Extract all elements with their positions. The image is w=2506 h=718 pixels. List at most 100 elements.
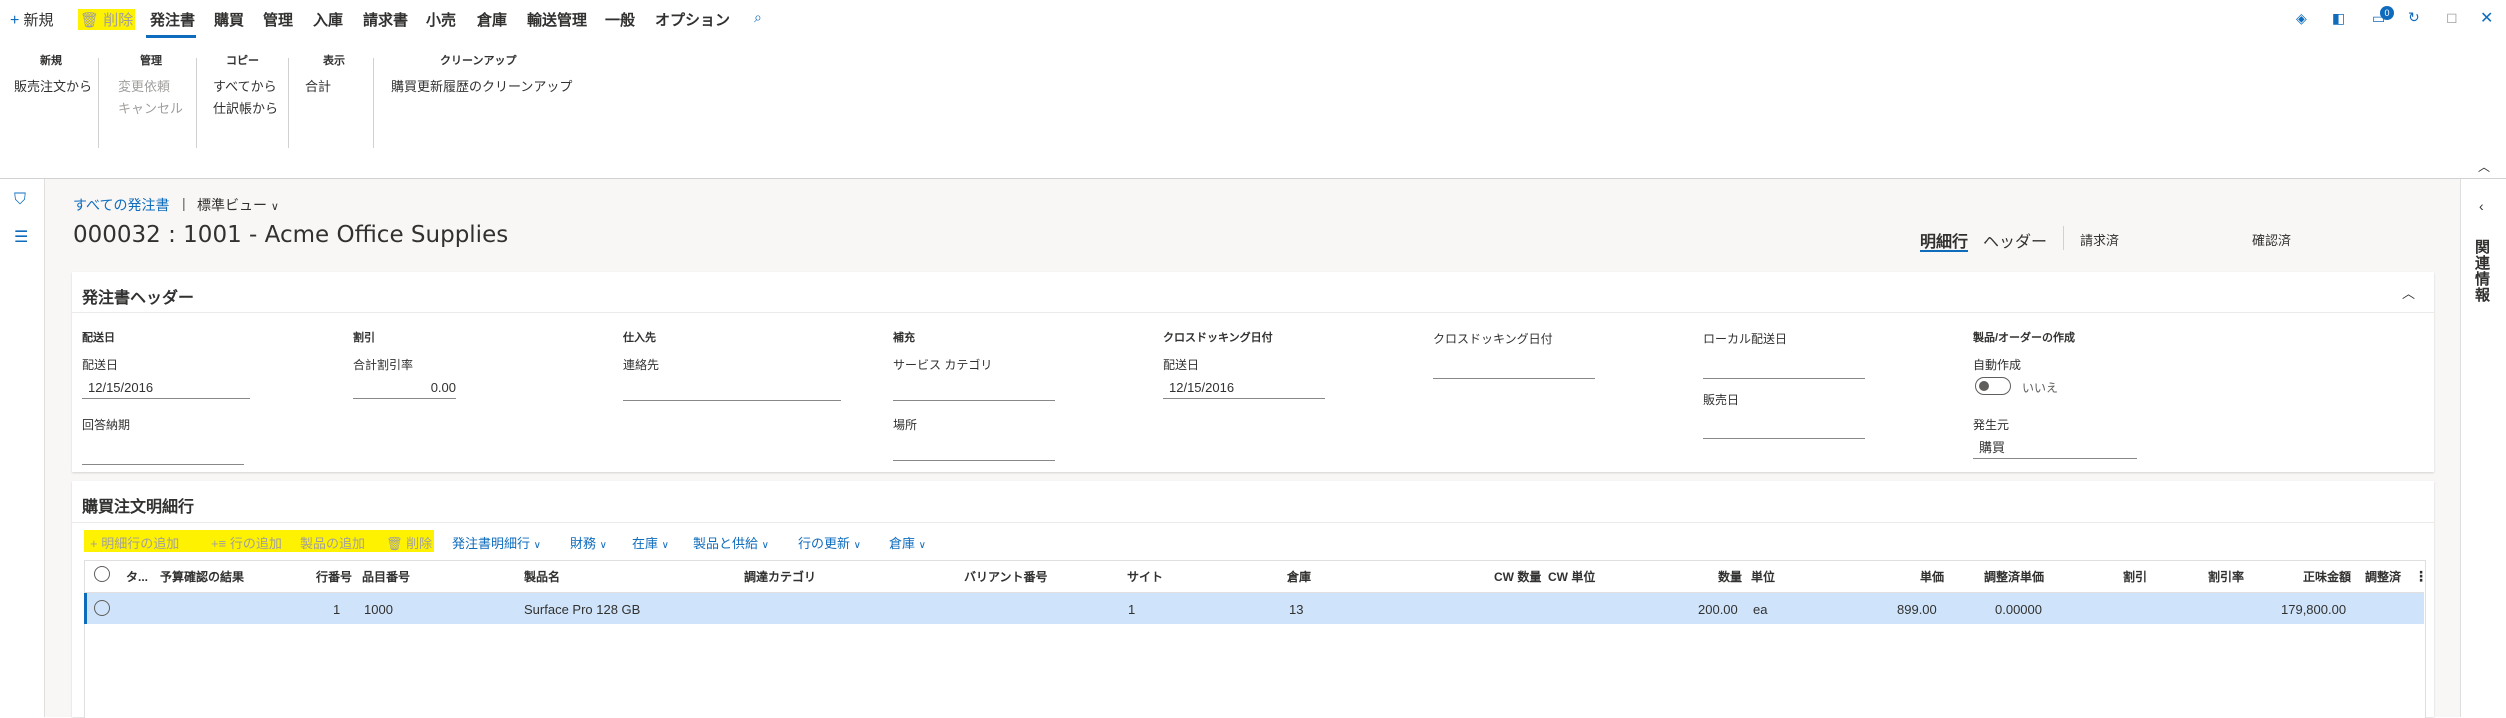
row-checkbox[interactable] — [94, 600, 110, 616]
menu-inventory[interactable]: 在庫 ∨ — [632, 533, 669, 552]
menu-po-lines[interactable]: 発注書明細行 ∨ — [452, 533, 541, 552]
col-cw-quantity[interactable]: CW 数量 — [1494, 568, 1541, 585]
table-row[interactable] — [84, 593, 2424, 624]
vendor-section-label: 仕入先 — [623, 332, 656, 344]
col-adjusted[interactable]: 調整済 — [2365, 568, 2401, 585]
totals-button[interactable]: 合計 — [305, 76, 331, 95]
crossdock-delivery-field[interactable]: 12/15/2016 — [1163, 378, 1325, 399]
col-unit[interactable]: 単位 — [1751, 568, 1775, 585]
col-adjusted-price[interactable]: 調整済単価 — [1984, 568, 2044, 585]
tab-warehouse[interactable]: 倉庫 — [477, 9, 507, 30]
col-variant-number[interactable]: バリアント番号 — [964, 568, 1048, 585]
refresh-icon[interactable]: ↻ — [2408, 9, 2420, 26]
group-manage-title: 管理 — [140, 55, 162, 67]
cell-site[interactable]: 1 — [1128, 602, 1135, 617]
col-net-amount[interactable]: 正味金額 — [2303, 568, 2351, 585]
col-discount[interactable]: 割引 — [2123, 568, 2147, 585]
cell-warehouse[interactable]: 13 — [1289, 602, 1303, 617]
cell-net-amount[interactable]: 179,800.00 — [2281, 602, 2346, 617]
related-info-label: 関連情報 — [2475, 239, 2491, 304]
col-cw-unit[interactable]: CW 単位 — [1548, 568, 1595, 585]
delete-line-button[interactable]: 🗑 削除 — [386, 533, 432, 552]
col-unit-price[interactable]: 単価 — [1920, 568, 1944, 585]
cell-unit-price[interactable]: 899.00 — [1897, 602, 1937, 617]
purchase-history-cleanup-button[interactable]: 購買更新履歴のクリーンアップ — [391, 76, 572, 95]
col-site[interactable]: サイト — [1127, 568, 1163, 585]
cell-line-number: 1 — [333, 602, 341, 617]
add-line-button[interactable]: + 明細行の追加 — [90, 533, 179, 552]
total-discount-label: 合計割引率 — [353, 358, 414, 372]
col-line-number[interactable]: 行番号 — [316, 568, 352, 585]
crossdock-section-label: クロスドッキング日付 — [1163, 332, 1273, 344]
cell-unit[interactable]: ea — [1753, 602, 1767, 617]
menu-finance-label: 財務 — [570, 536, 597, 551]
collapse-header-icon[interactable]: ︿ — [2402, 283, 2415, 302]
filter-icon[interactable]: ⛉ — [14, 191, 26, 209]
contact-field[interactable] — [623, 380, 841, 401]
office-icon[interactable]: ◧ — [2332, 10, 2345, 27]
menu-update-line[interactable]: 行の更新 ∨ — [798, 533, 861, 552]
add-lines-icon: +≡ — [211, 536, 227, 551]
copy-from-journal-button[interactable]: 仕訳帳から — [213, 98, 278, 117]
list-icon[interactable]: ☰ — [14, 227, 28, 247]
diamond-icon[interactable]: ◈ — [2296, 10, 2307, 27]
cell-product-name[interactable]: Surface Pro 128 GB — [524, 602, 640, 617]
crossdock-date-field[interactable] — [1433, 358, 1595, 379]
popout-icon[interactable]: ◻ — [2446, 9, 2458, 26]
copy-from-all-button[interactable]: すべてから — [213, 76, 277, 95]
delivery-date-field[interactable]: 12/15/2016 — [82, 378, 250, 399]
new-button[interactable]: + 新規 — [10, 9, 54, 30]
tab-options[interactable]: オプション — [655, 9, 730, 30]
change-request-button[interactable]: 変更依頼 — [118, 76, 170, 95]
origin-field[interactable]: 購買 — [1973, 438, 2137, 459]
col-procurement-category[interactable]: 調達カテゴリ — [744, 568, 816, 585]
tab-header[interactable]: ヘッダー — [1983, 228, 2047, 252]
breadcrumb-all-po-link[interactable]: すべての発注書 — [73, 195, 169, 215]
col-type[interactable]: タ... — [126, 568, 148, 585]
tab-lines[interactable]: 明細行 — [1920, 228, 1968, 252]
chevron-left-icon[interactable]: ‹ — [2479, 198, 2484, 214]
tab-transport[interactable]: 輸送管理 — [527, 9, 587, 30]
menu-warehouse[interactable]: 倉庫 ∨ — [889, 533, 926, 552]
local-delivery-field[interactable] — [1703, 358, 1865, 379]
col-product-name[interactable]: 製品名 — [524, 568, 560, 585]
lines-tab-underline — [1920, 250, 1968, 252]
delete-button[interactable]: 🗑 削除 — [78, 9, 136, 30]
delete-label: 削除 — [103, 12, 134, 29]
tab-receive[interactable]: 入庫 — [313, 9, 343, 30]
collapse-ribbon-icon[interactable]: ︿ — [2478, 158, 2490, 175]
add-lines-button[interactable]: +≡ 行の追加 — [211, 533, 282, 552]
po-header-title: 発注書ヘッダー — [82, 290, 195, 307]
col-budget-check[interactable]: 予算確認の結果 — [160, 568, 244, 585]
total-discount-field[interactable]: 0.00 — [353, 378, 456, 399]
auto-create-toggle[interactable] — [1975, 377, 2011, 395]
menu-product-supply[interactable]: 製品と供給 ∨ — [693, 533, 769, 552]
tab-manage[interactable]: 管理 — [263, 9, 293, 30]
discount-section-label: 割引 — [353, 332, 375, 344]
add-products-button[interactable]: 製品の追加 — [300, 533, 365, 552]
select-all-checkbox[interactable] — [94, 566, 110, 582]
col-item-number[interactable]: 品目番号 — [362, 568, 410, 585]
tab-general[interactable]: 一般 — [605, 9, 635, 30]
col-warehouse[interactable]: 倉庫 — [1287, 568, 1311, 585]
col-discount-rate[interactable]: 割引率 — [2208, 568, 2244, 585]
close-icon[interactable]: ✕ — [2480, 8, 2493, 28]
cell-quantity[interactable]: 200.00 — [1698, 602, 1738, 617]
menu-finance[interactable]: 財務 ∨ — [570, 533, 607, 552]
sales-date-field[interactable] — [1703, 418, 1865, 439]
cancel-button[interactable]: キャンセル — [118, 98, 183, 117]
location-field[interactable] — [893, 440, 1055, 461]
service-category-field[interactable] — [893, 380, 1055, 401]
tab-retail[interactable]: 小売 — [426, 9, 456, 30]
tab-purchase-order[interactable]: 発注書 — [150, 9, 195, 30]
more-columns-icon[interactable]: ⋮ — [2414, 568, 2428, 585]
search-icon[interactable]: ⌕ — [754, 9, 762, 26]
view-selector[interactable]: 標準ビュー ∨ — [197, 195, 279, 215]
reply-date-field[interactable] — [82, 444, 244, 465]
add-lines-label: 行の追加 — [229, 536, 282, 551]
tab-purchase[interactable]: 購買 — [214, 9, 244, 30]
cell-item-number[interactable]: 1000 — [364, 602, 393, 617]
from-sales-order-button[interactable]: 販売注文から — [14, 76, 92, 95]
col-quantity[interactable]: 数量 — [1718, 568, 1742, 585]
tab-invoice[interactable]: 請求書 — [363, 9, 408, 30]
